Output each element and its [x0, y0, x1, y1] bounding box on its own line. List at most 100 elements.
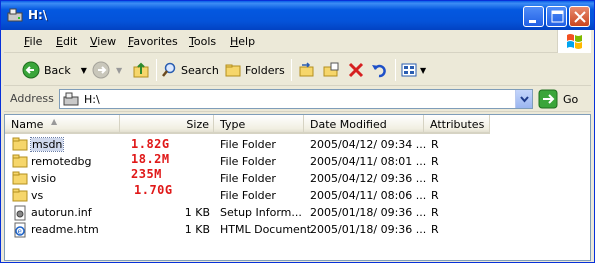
- file-name: msdn: [29, 137, 65, 152]
- file-attributes: R: [431, 155, 439, 168]
- file-name: visio: [31, 172, 57, 185]
- forward-button[interactable]: ▼: [92, 58, 122, 82]
- file-date: 2005/04/11/ 08:06 ...: [310, 189, 427, 202]
- maximize-icon: [551, 10, 564, 23]
- menu-bar: File Edit View Favorites Tools Help: [4, 30, 591, 53]
- folders-label: Folders: [245, 63, 285, 77]
- file-date: 2005/01/18/ 09:36 ...: [310, 206, 427, 219]
- column-header-type[interactable]: Type: [214, 115, 304, 134]
- file-type: HTML Document: [220, 223, 312, 236]
- back-arrow-icon: [22, 61, 40, 79]
- menu-edit[interactable]: Edit: [56, 35, 77, 48]
- address-dropdown-button[interactable]: [515, 90, 532, 108]
- toolbar-separator: [156, 59, 157, 81]
- up-folder-button[interactable]: [132, 58, 150, 82]
- menu-view[interactable]: View: [90, 35, 116, 48]
- menu-favorites[interactable]: Favorites: [128, 35, 178, 48]
- move-to-icon: [299, 62, 314, 77]
- go-label: Go: [563, 93, 579, 106]
- search-button[interactable]: Search: [161, 58, 219, 82]
- file-row[interactable]: remotedbg File Folder 2005/04/11/ 08:01 ..…: [5, 153, 590, 170]
- file-row[interactable]: vs File Folder 2005/04/11/ 08:06 ... R: [5, 187, 590, 204]
- drive-icon: [63, 92, 79, 106]
- file-name: autorun.inf: [31, 206, 92, 219]
- file-date: 2005/04/12/ 09:36 ...: [310, 172, 427, 185]
- file-date: 2005/04/11/ 08:01 ...: [310, 155, 427, 168]
- back-button[interactable]: Back ▼: [22, 58, 87, 82]
- file-attributes: R: [431, 206, 439, 219]
- column-date-label: Date Modified: [310, 118, 387, 131]
- back-dropdown-icon[interactable]: ▼: [81, 66, 87, 75]
- folder-icon: [12, 188, 28, 205]
- menu-help[interactable]: Help: [230, 35, 255, 48]
- column-header-attributes[interactable]: Attributes: [424, 115, 490, 134]
- standard-toolbar: Back ▼ ▼ Search Folders ▼: [4, 54, 591, 86]
- address-bar: Address H:\ Go: [4, 87, 591, 112]
- file-name: vs: [31, 189, 44, 202]
- search-icon: [162, 62, 176, 77]
- file-type: File Folder: [220, 155, 276, 168]
- copy-to-button[interactable]: [322, 58, 340, 82]
- file-row[interactable]: visio File Folder 2005/04/12/ 09:36 ... R: [5, 170, 590, 187]
- file-size: 1 KB: [184, 206, 210, 219]
- up-folder-icon: [133, 62, 149, 78]
- delete-icon: [348, 62, 364, 78]
- folders-icon: [225, 64, 241, 77]
- search-label: Search: [181, 63, 219, 77]
- column-header-size[interactable]: Size: [120, 115, 214, 134]
- toolbar-separator: [291, 59, 292, 81]
- file-date: 2005/04/12/ 09:34 ...: [310, 138, 427, 151]
- windows-logo-icon: [557, 30, 591, 53]
- file-attributes: R: [431, 138, 439, 151]
- drive-icon: [7, 8, 23, 22]
- address-label: Address: [10, 92, 54, 105]
- address-value: H:\: [84, 93, 100, 106]
- file-type: File Folder: [220, 172, 276, 185]
- html-file-icon: e: [12, 222, 28, 241]
- column-name-label: Name: [11, 118, 44, 131]
- folder-icon: [12, 137, 28, 154]
- column-type-label: Type: [220, 118, 246, 131]
- file-type: File Folder: [220, 189, 276, 202]
- forward-dropdown-icon[interactable]: ▼: [116, 66, 122, 75]
- minimize-button[interactable]: [523, 6, 544, 27]
- file-date: 2005/01/18/ 09:36 ...: [310, 223, 427, 236]
- forward-arrow-icon: [92, 61, 110, 79]
- file-list[interactable]: Name ▲ Size Type Date Modified Attribute…: [4, 114, 591, 261]
- folders-button[interactable]: Folders: [225, 58, 285, 82]
- size-annotation: 18.2M: [131, 152, 170, 166]
- views-dropdown-icon[interactable]: ▼: [420, 66, 426, 75]
- move-to-button[interactable]: [298, 58, 316, 82]
- folder-icon: [12, 154, 28, 171]
- file-type: Setup Inform...: [220, 206, 302, 219]
- file-row[interactable]: e readme.htm 1 KB HTML Document 2005/01/18/ …: [5, 221, 590, 238]
- toolbar-separator: [395, 59, 396, 81]
- chevron-down-icon: [520, 96, 529, 103]
- close-button[interactable]: [569, 6, 590, 27]
- file-attributes: R: [431, 189, 439, 202]
- window-title: H:\: [28, 8, 48, 22]
- column-header-date[interactable]: Date Modified: [304, 115, 424, 134]
- menu-file[interactable]: File: [24, 35, 42, 48]
- column-header-name[interactable]: Name ▲: [5, 115, 120, 134]
- minimize-icon: [529, 20, 536, 23]
- back-label: Back: [44, 63, 71, 77]
- menu-tools[interactable]: Tools: [189, 35, 216, 48]
- maximize-button[interactable]: [546, 6, 567, 27]
- address-input[interactable]: H:\: [59, 89, 533, 109]
- column-size-label: Size: [186, 118, 209, 131]
- size-annotation: 235M: [131, 167, 162, 181]
- title-bar[interactable]: H:\: [1, 1, 594, 30]
- sort-ascending-icon: ▲: [51, 117, 58, 126]
- file-row[interactable]: msdn File Folder 2005/04/12/ 09:34 ... R: [5, 136, 590, 153]
- file-type: File Folder: [220, 138, 276, 151]
- views-button[interactable]: ▼: [400, 58, 426, 82]
- size-annotation: 1.82G: [131, 137, 170, 151]
- go-button[interactable]: Go: [538, 89, 590, 110]
- file-row[interactable]: autorun.inf 1 KB Setup Inform... 2005/01/18…: [5, 204, 590, 221]
- delete-button[interactable]: [347, 58, 365, 82]
- size-annotation: 1.70G: [134, 183, 173, 197]
- undo-button[interactable]: [370, 58, 388, 82]
- close-icon: [574, 11, 586, 23]
- file-attributes: R: [431, 172, 439, 185]
